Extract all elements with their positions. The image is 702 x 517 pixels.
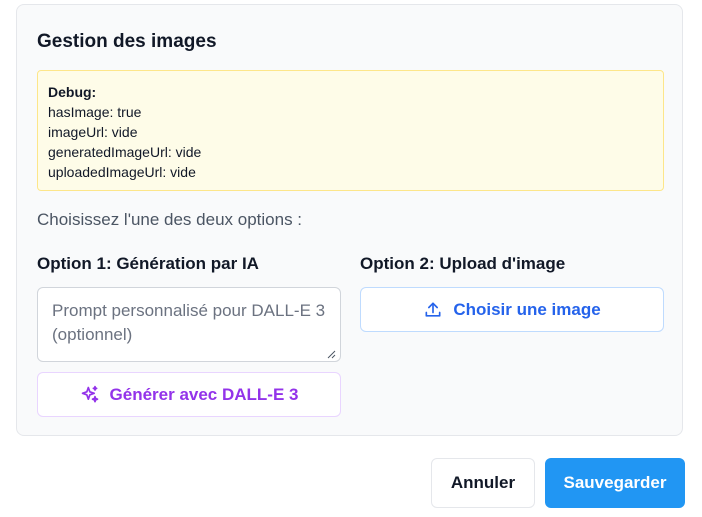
debug-line: hasImage: true xyxy=(48,104,142,120)
resize-grip-icon[interactable] xyxy=(327,350,336,359)
generate-dalle-label: Générer avec DALL-E 3 xyxy=(109,384,299,404)
sparkles-icon xyxy=(80,385,100,405)
image-management-panel: Gestion des images Debug: hasImage: true… xyxy=(16,4,683,436)
panel-title: Gestion des images xyxy=(37,31,217,52)
option1-title: Option 1: Génération par IA xyxy=(37,254,259,273)
generate-dalle-button[interactable]: Générer avec DALL-E 3 xyxy=(37,372,341,417)
options-instructions: Choisissez l'une des deux options : xyxy=(37,210,303,229)
save-button[interactable]: Sauvegarder xyxy=(545,458,685,508)
debug-heading: Debug: xyxy=(48,84,97,100)
choose-image-button[interactable]: Choisir une image xyxy=(360,287,664,332)
upload-icon xyxy=(423,300,443,320)
choose-image-label: Choisir une image xyxy=(453,299,601,319)
debug-line: generatedImageUrl: vide xyxy=(48,144,202,160)
prompt-textarea[interactable] xyxy=(37,287,341,362)
option2-title: Option 2: Upload d'image xyxy=(360,254,566,273)
cancel-button[interactable]: Annuler xyxy=(431,458,535,508)
debug-line: uploadedImageUrl: vide xyxy=(48,164,196,180)
debug-box: Debug: hasImage: true imageUrl: vide gen… xyxy=(37,70,664,191)
debug-line: imageUrl: vide xyxy=(48,124,138,140)
